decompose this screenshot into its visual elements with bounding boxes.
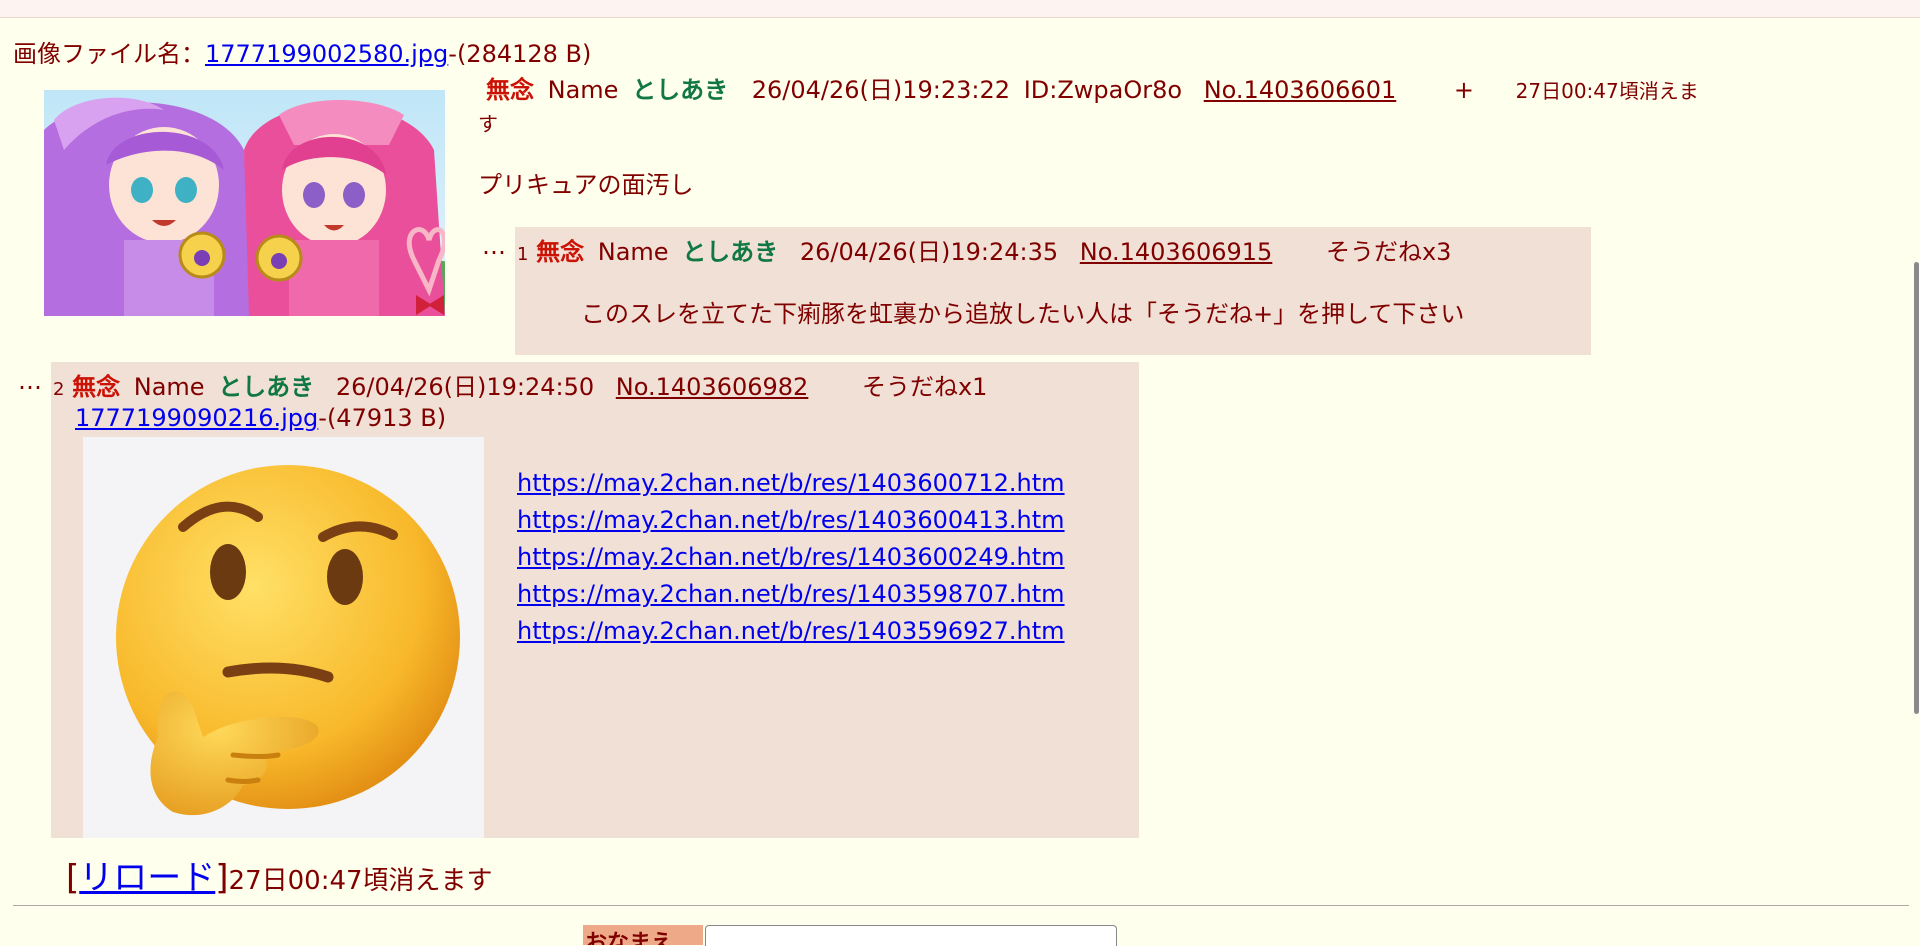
reply-1-body: このスレを立てた下痢豚を虹裏から追放したい人は「そうだね+」を押して下さい xyxy=(581,300,1465,328)
reload-bracket-close: ] xyxy=(215,858,229,898)
reply-2-thread-link[interactable]: https://may.2chan.net/b/res/1403600712.h… xyxy=(517,469,1065,497)
op-expire-wrap: す xyxy=(478,112,498,136)
reply-1: 1 無念 Name としあき 26/04/26(日)19:24:35 No.14… xyxy=(515,227,1591,355)
op-header: 無念 Name としあき 26/04/26(日)19:23:22 ID:Zwpa… xyxy=(486,70,1699,105)
reply-2-date: 26/04/26(日)19:24:50 xyxy=(335,373,595,401)
op-thumbnail-image xyxy=(44,90,445,316)
reply-1-date: 26/04/26(日)19:24:35 xyxy=(799,238,1059,266)
footer-expire-text: 27日00:47頃消えます xyxy=(228,866,493,896)
op-id: ID:ZwpaOr8o xyxy=(1023,76,1183,104)
scrollbar-thumb[interactable] xyxy=(1914,262,1919,714)
reply-1-number-link[interactable]: No.1403606915 xyxy=(1080,238,1273,266)
reply-1-soudane-button[interactable]: そうだねx3 xyxy=(1326,238,1451,266)
op-date: 26/04/26(日)19:23:22 xyxy=(751,76,1011,104)
form-name-label: おなまえ xyxy=(583,925,703,945)
op-file-prefix: 画像ファイル名： xyxy=(13,40,205,68)
reply-1-index: 1 xyxy=(517,244,529,265)
reply-1-name-label: Name xyxy=(597,238,669,266)
op-subject: 無念 xyxy=(486,76,534,104)
op-body: プリキュアの面汚し xyxy=(478,171,694,199)
op-file-link[interactable]: 1777199002580.jpg xyxy=(205,40,448,68)
footer-divider xyxy=(13,905,1909,906)
reply-1-name: としあき xyxy=(682,238,779,266)
reply-2-file-line: 1777199090216.jpg-(47913 B) xyxy=(75,404,446,432)
reply-2-soudane-button[interactable]: そうだねx1 xyxy=(862,373,987,401)
op-thumbnail[interactable] xyxy=(44,90,445,316)
op-file-line: 画像ファイル名：1777199002580.jpg-(284128 B) xyxy=(13,34,591,69)
reply-2-thumbnail[interactable] xyxy=(83,437,484,838)
reply-2-file-size: -(47913 B) xyxy=(318,404,447,432)
reply-2-link-list: https://may.2chan.net/b/res/1403600712.h… xyxy=(517,465,1065,650)
op-name-label: Name xyxy=(547,76,619,104)
op-name: としあき xyxy=(632,76,729,104)
reply-1-subject: 無念 xyxy=(536,238,585,266)
reply-2-thread-link[interactable]: https://may.2chan.net/b/res/1403598707.h… xyxy=(517,580,1065,608)
reply-2-thread-link[interactable]: https://may.2chan.net/b/res/1403600249.h… xyxy=(517,543,1065,571)
reply-2-number-link[interactable]: No.1403606982 xyxy=(616,373,809,401)
reload-line: [リロード]27日00:47頃消えます xyxy=(66,850,493,899)
reply-2-prefix: … xyxy=(18,367,42,395)
reply-2-file-link[interactable]: 1777199090216.jpg xyxy=(75,404,318,432)
reply-2-thread-link[interactable]: https://may.2chan.net/b/res/1403600413.h… xyxy=(517,506,1065,534)
thinking-face-icon xyxy=(83,437,484,838)
reply-1-header: 1 無念 Name としあき 26/04/26(日)19:24:35 No.14… xyxy=(517,232,1451,267)
reload-link[interactable]: リロード xyxy=(79,858,215,898)
reply-2-header: 2 無念 Name としあき 26/04/26(日)19:24:50 No.14… xyxy=(53,367,987,402)
reply-2-thread-link[interactable]: https://may.2chan.net/b/res/1403596927.h… xyxy=(517,617,1065,645)
reply-2-subject: 無念 xyxy=(72,373,121,401)
op-expire-text: 27日00:47頃消えま xyxy=(1515,79,1699,103)
reply-2-name: としあき xyxy=(218,373,315,401)
reload-bracket-open: [ xyxy=(66,858,80,898)
op-plus-button[interactable]: + xyxy=(1454,76,1474,104)
reply-1-prefix: … xyxy=(482,232,506,260)
reply-2-name-label: Name xyxy=(133,373,205,401)
name-input[interactable] xyxy=(705,925,1117,946)
reply-2-index: 2 xyxy=(53,379,65,400)
top-bar xyxy=(0,0,1920,18)
op-file-size: -(284128 B) xyxy=(448,40,592,68)
op-number-link[interactable]: No.1403606601 xyxy=(1204,76,1397,104)
